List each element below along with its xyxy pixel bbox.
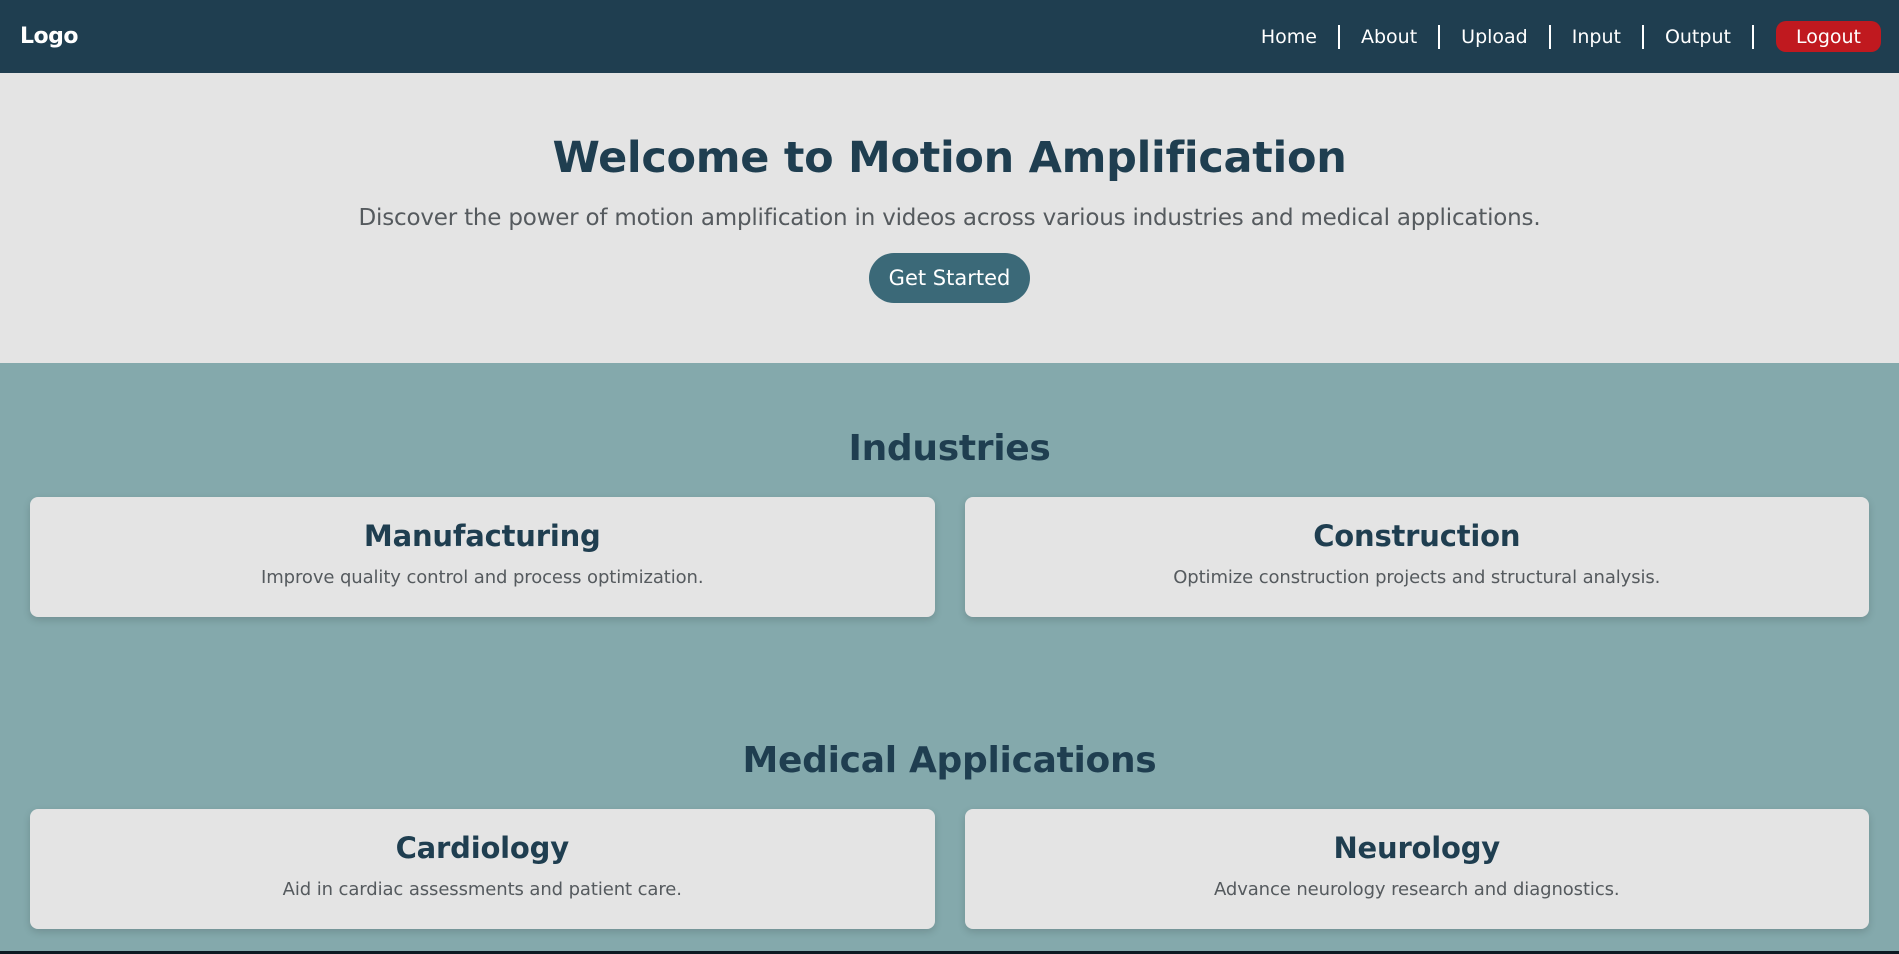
logout-button[interactable]: Logout (1775, 21, 1881, 52)
card-title: Construction (1313, 519, 1521, 553)
card-title: Manufacturing (363, 519, 601, 553)
card-construction: Construction Optimize construction proje… (964, 497, 1869, 617)
card-title: Cardiology (395, 831, 570, 865)
navbar: Logo Home About Upload Input Output Logo… (0, 0, 1899, 73)
card-description: Optimize construction projects and struc… (1173, 567, 1661, 588)
nav-link-about[interactable]: About (1340, 26, 1438, 48)
medical-section: Medical Applications Cardiology Aid in c… (0, 617, 1899, 929)
industries-cards: Manufacturing Improve quality control an… (30, 497, 1869, 617)
card-title: Neurology (1333, 831, 1501, 865)
nav-link-upload[interactable]: Upload (1440, 26, 1549, 48)
hero-subtitle: Discover the power of motion amplificati… (358, 205, 1541, 231)
medical-cards: Cardiology Aid in cardiac assessments an… (30, 809, 1869, 929)
medical-title: Medical Applications (742, 740, 1157, 781)
nav-separator (1751, 24, 1754, 49)
industries-section: Industries Manufacturing Improve quality… (0, 363, 1899, 617)
industries-title: Industries (848, 428, 1051, 469)
logo[interactable]: Logo (20, 24, 79, 49)
get-started-button[interactable]: Get Started (868, 253, 1031, 303)
nav-link-input[interactable]: Input (1551, 26, 1642, 48)
nav-link-home[interactable]: Home (1240, 26, 1338, 48)
hero-section: Welcome to Motion Amplification Discover… (0, 73, 1899, 363)
nav-links: Home About Upload Input Output Logout (1240, 21, 1881, 52)
hero-title: Welcome to Motion Amplification (552, 133, 1347, 183)
card-description: Advance neurology research and diagnosti… (1213, 879, 1620, 900)
nav-link-output[interactable]: Output (1644, 26, 1752, 48)
card-description: Aid in cardiac assessments and patient c… (282, 879, 682, 900)
card-neurology: Neurology Advance neurology research and… (964, 809, 1869, 929)
card-cardiology: Cardiology Aid in cardiac assessments an… (30, 809, 935, 929)
card-description: Improve quality control and process opti… (261, 567, 704, 588)
card-manufacturing: Manufacturing Improve quality control an… (30, 497, 935, 617)
